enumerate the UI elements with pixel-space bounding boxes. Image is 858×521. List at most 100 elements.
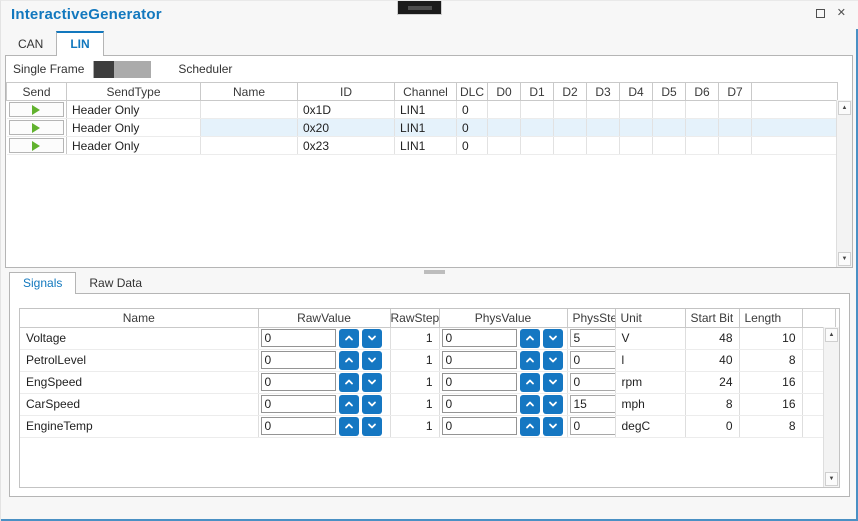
phys-value-input[interactable] (442, 351, 517, 369)
d5-cell[interactable] (653, 119, 686, 137)
dlc-cell[interactable]: 0 (457, 137, 488, 155)
phys-value-input[interactable] (442, 373, 517, 391)
d1-cell[interactable] (521, 101, 554, 119)
frame-row[interactable]: Header Only 0x1D LIN1 0 (7, 101, 838, 119)
sendtype-cell[interactable]: Header Only (67, 101, 201, 119)
channel-cell[interactable]: LIN1 (395, 137, 457, 155)
id-cell[interactable]: 0x20 (298, 119, 395, 137)
d0-cell[interactable] (488, 137, 521, 155)
signal-row[interactable]: Voltage 1 V 48 10 (20, 327, 835, 349)
phys-increment-button[interactable] (520, 373, 540, 392)
d7-cell[interactable] (719, 137, 752, 155)
raw-decrement-button[interactable] (362, 373, 382, 392)
send-button[interactable] (9, 138, 65, 153)
col-header-rawvalue[interactable]: RawValue (258, 309, 390, 327)
col-header-id[interactable]: ID (298, 83, 395, 101)
raw-increment-button[interactable] (339, 395, 359, 414)
phys-step-input[interactable] (570, 373, 616, 391)
phys-step-input[interactable] (570, 395, 616, 413)
d4-cell[interactable] (620, 137, 653, 155)
raw-step-cell[interactable]: 1 (390, 327, 439, 349)
raw-decrement-button[interactable] (362, 417, 382, 436)
channel-cell[interactable]: LIN1 (395, 101, 457, 119)
frame-row[interactable]: Header Only 0x23 LIN1 0 (7, 137, 838, 155)
send-button[interactable] (9, 120, 65, 135)
phys-decrement-button[interactable] (543, 395, 563, 414)
phys-value-input[interactable] (442, 395, 517, 413)
raw-step-cell[interactable]: 1 (390, 349, 439, 371)
signal-row[interactable]: PetrolLevel 1 l 40 8 (20, 349, 835, 371)
phys-value-input[interactable] (442, 417, 517, 435)
id-cell[interactable]: 0x23 (298, 137, 395, 155)
raw-step-cell[interactable]: 1 (390, 393, 439, 415)
id-cell[interactable]: 0x1D (298, 101, 395, 119)
signal-row[interactable]: EngineTemp 1 degC 0 8 (20, 415, 835, 437)
phys-step-input[interactable] (570, 329, 616, 347)
name-cell[interactable] (201, 137, 298, 155)
dlc-cell[interactable]: 0 (457, 119, 488, 137)
tab-can[interactable]: CAN (5, 33, 56, 55)
col-header-name[interactable]: Name (20, 309, 258, 327)
d4-cell[interactable] (620, 101, 653, 119)
col-header-d0[interactable]: D0 (488, 83, 521, 101)
d1-cell[interactable] (521, 119, 554, 137)
col-header-dlc[interactable]: DLC (457, 83, 488, 101)
d3-cell[interactable] (587, 101, 620, 119)
phys-decrement-button[interactable] (543, 417, 563, 436)
dock-handle[interactable] (397, 1, 442, 15)
d0-cell[interactable] (488, 101, 521, 119)
raw-step-cell[interactable]: 1 (390, 415, 439, 437)
d5-cell[interactable] (653, 101, 686, 119)
d6-cell[interactable] (686, 119, 719, 137)
phys-value-input[interactable] (442, 329, 517, 347)
send-button[interactable] (9, 102, 65, 117)
d5-cell[interactable] (653, 137, 686, 155)
col-header-d4[interactable]: D4 (620, 83, 653, 101)
signals-scrollbar[interactable]: ▲ ▼ (823, 327, 839, 487)
sendtype-cell[interactable]: Header Only (67, 119, 201, 137)
raw-increment-button[interactable] (339, 373, 359, 392)
raw-increment-button[interactable] (339, 351, 359, 370)
phys-step-input[interactable] (570, 417, 616, 435)
d7-cell[interactable] (719, 119, 752, 137)
d0-cell[interactable] (488, 119, 521, 137)
maximize-icon[interactable] (816, 9, 825, 18)
col-header-length[interactable]: Length (739, 309, 802, 327)
raw-decrement-button[interactable] (362, 329, 382, 348)
raw-value-input[interactable] (261, 395, 336, 413)
phys-step-input[interactable] (570, 351, 616, 369)
col-header-d5[interactable]: D5 (653, 83, 686, 101)
phys-decrement-button[interactable] (543, 373, 563, 392)
col-header-physstep[interactable]: PhysStep (567, 309, 615, 327)
col-header-name[interactable]: Name (201, 83, 298, 101)
signal-row[interactable]: CarSpeed 1 mph 8 16 (20, 393, 835, 415)
d1-cell[interactable] (521, 137, 554, 155)
tab-lin[interactable]: LIN (56, 31, 103, 56)
col-header-channel[interactable]: Channel (395, 83, 457, 101)
raw-value-input[interactable] (261, 329, 336, 347)
raw-value-input[interactable] (261, 417, 336, 435)
signal-row[interactable]: EngSpeed 1 rpm 24 16 (20, 371, 835, 393)
close-icon[interactable]: ✕ (837, 8, 846, 19)
mode-toggle-switch[interactable] (93, 61, 151, 78)
d3-cell[interactable] (587, 137, 620, 155)
d4-cell[interactable] (620, 119, 653, 137)
col-header-physvalue[interactable]: PhysValue (439, 309, 567, 327)
d2-cell[interactable] (554, 137, 587, 155)
raw-decrement-button[interactable] (362, 395, 382, 414)
scroll-down-icon[interactable]: ▼ (825, 472, 838, 486)
d6-cell[interactable] (686, 101, 719, 119)
d2-cell[interactable] (554, 101, 587, 119)
col-header-unit[interactable]: Unit (615, 309, 685, 327)
col-header-d1[interactable]: D1 (521, 83, 554, 101)
raw-decrement-button[interactable] (362, 351, 382, 370)
phys-increment-button[interactable] (520, 417, 540, 436)
raw-value-input[interactable] (261, 373, 336, 391)
raw-value-input[interactable] (261, 351, 336, 369)
col-header-send[interactable]: Send (7, 83, 67, 101)
d7-cell[interactable] (719, 101, 752, 119)
frame-row[interactable]: Header Only 0x20 LIN1 0 (7, 119, 838, 137)
raw-increment-button[interactable] (339, 417, 359, 436)
scroll-down-icon[interactable]: ▼ (838, 252, 851, 266)
splitter-grip[interactable] (424, 270, 445, 274)
